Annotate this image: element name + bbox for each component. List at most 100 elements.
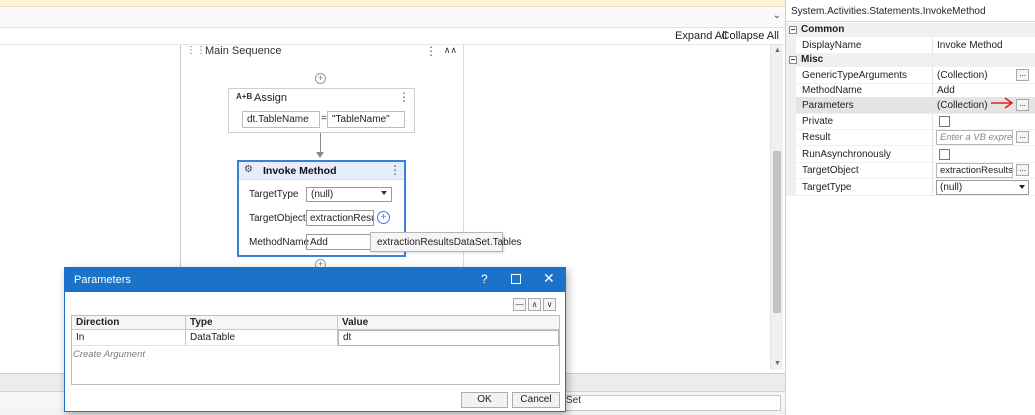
bottom-panel-text: Set (566, 395, 582, 406)
row-gutter (786, 97, 796, 114)
property-row-runasynchronously[interactable]: RunAsynchronously (786, 146, 1035, 163)
column-divider (932, 146, 933, 163)
type-cell[interactable]: DataTable (190, 332, 235, 343)
row-gutter (786, 37, 796, 54)
property-name: MethodName (802, 85, 863, 96)
collapse-box-icon[interactable]: − (789, 26, 797, 34)
chevron-down-icon (381, 191, 387, 195)
expand-all-link[interactable]: Expand All (675, 30, 727, 42)
parameters-dialog[interactable]: Parameters ? ✕ — ∧ ∨ Direction Type Valu… (64, 267, 566, 412)
ellipsis-button[interactable]: ... (1016, 164, 1029, 176)
table-row[interactable]: In DataTable dt (72, 330, 559, 346)
ok-button[interactable]: OK (461, 392, 508, 408)
grid-header: Direction Type Value (72, 316, 559, 330)
row-gutter (786, 129, 796, 146)
property-row-targetobject[interactable]: TargetObject extractionResultsDataSet.Ta… (786, 162, 1035, 179)
drag-handle-icon[interactable]: ⋮⋮ (186, 45, 206, 56)
collapse-box-icon[interactable]: − (789, 56, 797, 64)
property-row-private[interactable]: Private (786, 113, 1035, 130)
assign-menu-icon[interactable]: ⋮ (398, 90, 410, 104)
target-type-select[interactable]: (null) (306, 187, 392, 202)
scrollbar-thumb[interactable] (773, 151, 781, 313)
help-button[interactable]: ? (481, 272, 488, 286)
move-down-icon[interactable]: ∨ (543, 298, 556, 311)
method-name-label: MethodName (249, 237, 310, 248)
assign-value-input[interactable]: "TableName" (327, 111, 405, 128)
vertical-scrollbar[interactable]: ▲ ▼ (770, 45, 783, 370)
warning-bar (0, 0, 785, 7)
property-name: DisplayName (802, 40, 862, 51)
target-object-label: TargetObject (249, 213, 306, 224)
row-gutter (786, 162, 796, 179)
category-label: Misc (801, 54, 824, 65)
property-row-displayname[interactable]: DisplayName Invoke Method (786, 37, 1035, 54)
value-cell[interactable]: dt (343, 332, 351, 343)
column-header-value: Value (342, 317, 369, 328)
property-value: (Collection) (937, 70, 988, 81)
property-row-targettype[interactable]: TargetType (null) (786, 179, 1035, 196)
maximize-icon[interactable] (511, 274, 521, 284)
assign-activity[interactable]: A+B Assign ⋮ dt.TableName = "TableName" (228, 88, 415, 133)
target-type-value: (null) (311, 189, 334, 200)
connector-arrow-icon (316, 152, 324, 158)
ellipsis-button[interactable]: ... (1016, 69, 1029, 81)
parameters-ellipsis-button[interactable]: ... (1016, 99, 1029, 111)
sequence-title: Main Sequence (205, 45, 282, 57)
target-object-input[interactable]: extractionResults (306, 210, 374, 226)
collapse-chevron-icon[interactable]: ∧∧ (444, 45, 457, 56)
targettype-value: (null) (940, 182, 963, 193)
invoke-method-header: ⚙ Invoke Method ⋮ (239, 162, 404, 180)
property-value[interactable]: Invoke Method (937, 40, 1003, 51)
column-divider (932, 113, 933, 130)
property-name: Private (802, 116, 834, 127)
targetobject-input[interactable]: extractionResultsDataSet.Tables (936, 163, 1013, 178)
column-divider (932, 97, 933, 114)
direction-cell[interactable]: In (76, 332, 84, 343)
property-name: TargetType (802, 182, 852, 193)
dialog-title: Parameters (74, 274, 131, 286)
chevron-down-icon[interactable]: ⌄ (773, 10, 781, 21)
property-value: (Collection) (937, 100, 988, 111)
close-icon[interactable]: ✕ (543, 270, 555, 287)
scroll-up-icon[interactable]: ▲ (771, 45, 784, 57)
target-object-tooltip: extractionResultsDataSet.Tables (370, 232, 522, 252)
move-up-icon[interactable]: ∧ (528, 298, 541, 311)
collapse-all-link[interactable]: Collapse All (722, 30, 779, 42)
add-plus-icon[interactable]: + (377, 211, 390, 224)
chevron-down-icon (1019, 185, 1025, 189)
category-misc[interactable]: − Misc (786, 53, 1035, 67)
private-checkbox[interactable] (939, 116, 950, 127)
sequence-menu-icon[interactable]: ⋮ (425, 45, 437, 58)
property-value[interactable]: Add (937, 85, 955, 96)
properties-title: System.Activities.Statements.InvokeMetho… (791, 6, 986, 17)
assign-to-input[interactable]: dt.TableName (242, 111, 320, 128)
cancel-button[interactable]: Cancel (512, 392, 560, 408)
property-name: Result (802, 132, 831, 143)
column-header-type: Type (190, 317, 213, 328)
create-argument-row[interactable]: Create Argument (73, 349, 145, 360)
properties-panel: System.Activities.Statements.InvokeMetho… (785, 0, 1035, 415)
assign-operator: = (321, 113, 327, 124)
properties-separator (786, 21, 1035, 22)
category-common[interactable]: − Common (786, 23, 1035, 37)
row-gutter (786, 179, 796, 196)
runasynchronously-checkbox[interactable] (939, 149, 950, 160)
method-name-input[interactable]: Add (306, 234, 374, 250)
dialog-title-bar[interactable]: Parameters ? ✕ (65, 268, 565, 292)
result-input[interactable]: Enter a VB expression (936, 130, 1013, 145)
category-label: Common (801, 24, 845, 35)
invoke-method-title: Invoke Method (263, 165, 337, 177)
add-activity-plus-icon[interactable]: + (315, 73, 326, 84)
assign-icon: A+B (236, 92, 253, 101)
scroll-down-icon[interactable]: ▼ (771, 358, 784, 370)
property-row-result[interactable]: Result Enter a VB expression ... (786, 129, 1035, 146)
remove-row-icon[interactable]: — (513, 298, 526, 311)
property-name: RunAsynchronously (802, 149, 891, 160)
ellipsis-button[interactable]: ... (1016, 131, 1029, 143)
column-divider (932, 162, 933, 179)
column-divider (932, 129, 933, 146)
value-cell-box[interactable]: dt (338, 330, 559, 346)
targettype-select[interactable]: (null) (936, 180, 1029, 195)
property-name: Parameters (802, 100, 854, 111)
invoke-menu-icon[interactable]: ⋮ (389, 163, 401, 177)
